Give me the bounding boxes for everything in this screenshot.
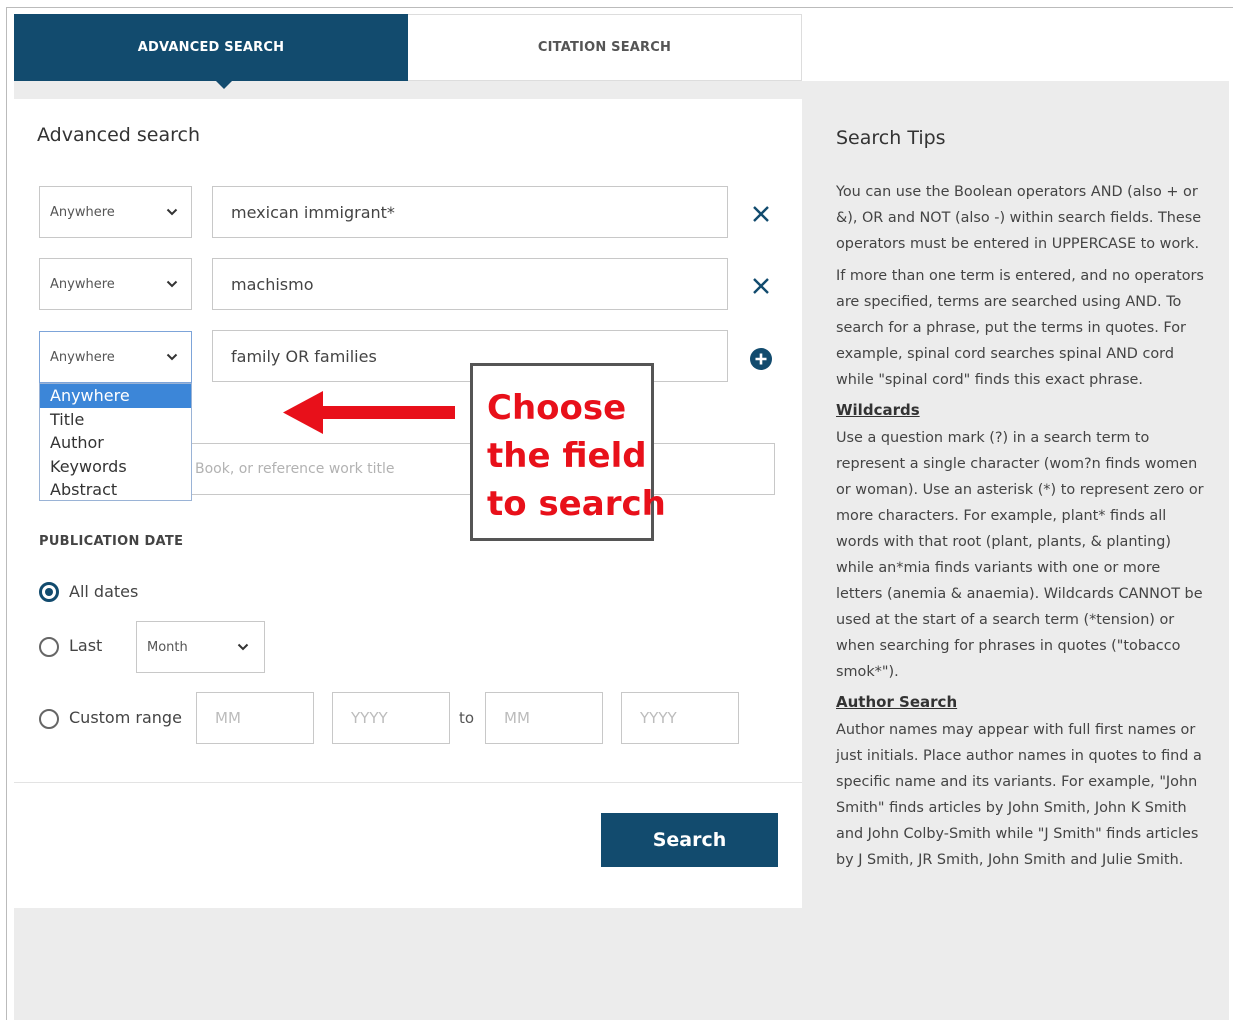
tips-intro-phrase: If more than one term is entered, and no…: [836, 268, 1204, 388]
all-dates-radio[interactable]: [39, 582, 59, 602]
chevron-down-icon: [165, 350, 179, 364]
author-search-text: Author names may appear with full first …: [836, 722, 1202, 868]
callout-line-2: the field: [487, 436, 647, 476]
frame-left-border: [6, 7, 7, 1020]
callout-line-1: Choose: [487, 388, 627, 428]
chevron-down-icon: [165, 205, 179, 219]
frame-top-border: [6, 7, 1233, 8]
publication-date-label: PUBLICATION DATE: [39, 534, 184, 549]
annotation-callout: Choose the field to search: [470, 363, 666, 541]
panel-divider: [14, 782, 802, 783]
field-select-label: Anywhere: [50, 349, 115, 365]
chevron-down-icon: [165, 277, 179, 291]
last-radio[interactable]: [39, 637, 59, 657]
search-term-input-1[interactable]: [212, 186, 728, 238]
close-icon: [753, 278, 769, 294]
from-year-input[interactable]: [332, 692, 450, 744]
dropdown-option-keywords[interactable]: Keywords: [40, 455, 191, 479]
plus-circle-icon: [750, 348, 772, 370]
tab-advanced-search[interactable]: ADVANCED SEARCH: [14, 14, 408, 89]
range-to-label: to: [459, 709, 475, 727]
field-select-3[interactable]: Anywhere: [39, 331, 192, 383]
search-button[interactable]: Search: [601, 813, 778, 867]
arrow-left-icon: [283, 391, 455, 434]
remove-row-2-button[interactable]: [749, 274, 773, 298]
field-options-dropdown[interactable]: Anywhere Title Author Keywords Abstract: [39, 383, 192, 501]
last-period-select[interactable]: Month: [136, 621, 265, 673]
page-title: Advanced search: [37, 124, 201, 146]
tips-intro-boolean: You can use the Boolean operators AND (a…: [836, 184, 1202, 252]
to-month-input[interactable]: [485, 692, 603, 744]
last-label: Last: [69, 636, 103, 655]
field-select-1[interactable]: Anywhere: [39, 186, 192, 238]
close-icon: [753, 206, 769, 222]
author-search-heading: Author Search: [836, 693, 958, 711]
dropdown-option-title[interactable]: Title: [40, 408, 191, 432]
search-term-input-2[interactable]: [212, 258, 728, 310]
field-select-label: Anywhere: [50, 204, 115, 220]
wildcards-text: Use a question mark (?) in a search term…: [836, 430, 1204, 680]
field-select-2[interactable]: Anywhere: [39, 258, 192, 310]
field-select-label: Anywhere: [50, 276, 115, 292]
dropdown-option-abstract[interactable]: Abstract: [40, 478, 191, 502]
chevron-down-icon: [236, 640, 250, 654]
from-month-input[interactable]: [196, 692, 314, 744]
custom-range-label: Custom range: [69, 708, 182, 727]
remove-row-1-button[interactable]: [749, 202, 773, 226]
add-row-button[interactable]: [749, 347, 773, 371]
all-dates-label: All dates: [69, 582, 139, 601]
wildcards-heading: Wildcards: [836, 401, 920, 419]
dropdown-option-author[interactable]: Author: [40, 431, 191, 455]
custom-range-radio[interactable]: [39, 709, 59, 729]
tab-citation-search[interactable]: CITATION SEARCH: [408, 14, 802, 81]
callout-line-3: to search: [487, 484, 666, 524]
search-tips-title: Search Tips: [836, 127, 946, 149]
last-period-value: Month: [147, 639, 188, 655]
search-tips-panel: Search Tips You can use the Boolean oper…: [836, 127, 1211, 879]
to-year-input[interactable]: [621, 692, 739, 744]
dropdown-option-anywhere[interactable]: Anywhere: [40, 384, 191, 408]
